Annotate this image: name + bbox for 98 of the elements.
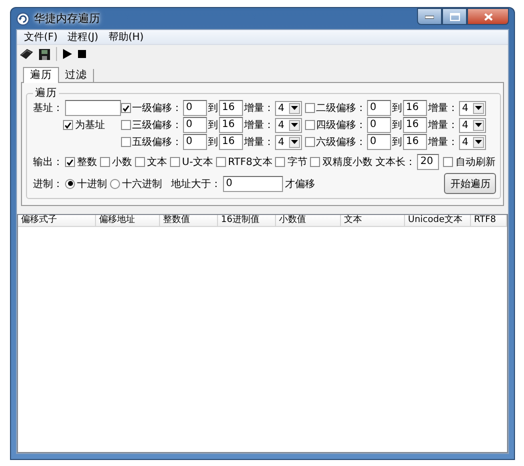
caret-icon <box>475 140 482 144</box>
field-label: 输出： <box>33 156 63 169</box>
field-label: 增量： <box>428 119 458 132</box>
field-label: 地址大于： <box>171 178 221 190</box>
offset-to-field[interactable]: 16 <box>403 100 427 116</box>
checkbox[interactable] <box>216 157 226 167</box>
caret-icon <box>291 140 298 144</box>
checkbox-label: 二级偏移： <box>316 102 366 115</box>
maximize-icon <box>450 12 460 20</box>
checkbox-label: 字节 <box>287 156 308 169</box>
address-field[interactable]: 0 <box>223 176 283 192</box>
offset-from-field[interactable]: 0 <box>183 100 207 116</box>
checkbox[interactable] <box>443 157 454 167</box>
field-label: 文本长： <box>375 156 416 169</box>
minimize-icon <box>425 14 434 18</box>
step-dropdown[interactable]: 4 <box>275 100 302 116</box>
app-icon <box>16 12 30 26</box>
radio-label: 十进制 <box>77 178 107 190</box>
start-button[interactable]: 开始遍历 <box>444 173 496 194</box>
field-label: 增量： <box>428 102 458 115</box>
maximize-button[interactable] <box>442 8 467 25</box>
offset-from-field[interactable]: 0 <box>183 134 207 150</box>
checkbox[interactable] <box>121 137 131 147</box>
field-label: 基址： <box>33 102 63 115</box>
close-button[interactable] <box>467 8 509 25</box>
field-label: 才偏移 <box>285 178 315 190</box>
checkbox[interactable] <box>65 157 75 167</box>
checkbox-label: 四级偏移： <box>316 119 366 132</box>
offset-from-field[interactable]: 0 <box>367 134 391 150</box>
step-dropdown[interactable]: 4 <box>459 118 486 132</box>
offset-to-field[interactable]: 16 <box>219 134 243 150</box>
close-icon <box>484 12 492 20</box>
field-label: 进制： <box>33 178 63 190</box>
checkbox-label: 一级偏移： <box>132 102 182 115</box>
checkbox[interactable] <box>275 157 286 167</box>
tab[interactable]: 遍历 <box>23 67 59 83</box>
checkbox-label: 文本 <box>147 156 167 169</box>
menu-item[interactable]: 进程(J) <box>62 30 104 44</box>
checkbox-label: 小数 <box>112 156 132 169</box>
field-label: 到 <box>392 136 402 149</box>
caret-icon <box>291 106 298 110</box>
menu-item[interactable]: 文件(F) <box>19 30 63 44</box>
column-header[interactable]: RTF8 <box>471 215 507 226</box>
window-title: 华捷内存遍历 <box>34 11 100 26</box>
radio-button[interactable] <box>110 178 120 188</box>
checkbox[interactable] <box>100 157 110 167</box>
minimize-button[interactable] <box>417 8 442 25</box>
save-icon[interactable] <box>39 48 50 60</box>
text-length-field[interactable]: 20 <box>417 154 440 170</box>
field-label: 增量： <box>244 102 274 115</box>
offset-to-field[interactable]: 16 <box>219 117 243 133</box>
checkbox[interactable] <box>305 120 315 130</box>
field-label: 到 <box>208 136 218 149</box>
checkbox[interactable] <box>170 157 180 167</box>
field-label: 增量： <box>244 136 274 149</box>
offset-from-field[interactable]: 0 <box>367 117 391 133</box>
checkbox-label: 自动刷新 <box>455 156 496 169</box>
checkbox[interactable] <box>63 120 73 130</box>
field-label: 到 <box>392 119 402 132</box>
radio-button[interactable] <box>65 178 75 188</box>
step-dropdown[interactable]: 4 <box>459 100 486 116</box>
caret-icon <box>475 123 482 127</box>
group-title: 遍历 <box>34 86 58 100</box>
checkbox-label: 整数 <box>77 156 97 169</box>
checkbox-label: 为基址 <box>75 118 105 132</box>
checkbox-label: 六级偏移： <box>316 136 366 149</box>
field-label: 到 <box>208 119 218 132</box>
checkbox-label: RTF8文本 <box>228 156 272 169</box>
base-address-field[interactable] <box>65 100 121 116</box>
step-dropdown[interactable]: 4 <box>459 134 486 150</box>
radio-label: 十六进制 <box>122 178 162 190</box>
caret-icon <box>475 106 482 110</box>
checkbox-label: 五级偏移： <box>132 136 182 149</box>
checkbox[interactable] <box>305 137 315 147</box>
caret-icon <box>291 123 298 127</box>
checkbox-label: U-文本 <box>182 156 213 169</box>
column-header[interactable]: 整数值 <box>160 215 218 226</box>
menu-item[interactable]: 帮助(H) <box>103 30 149 44</box>
checkbox[interactable] <box>305 103 315 113</box>
checkbox[interactable] <box>121 120 131 130</box>
offset-to-field[interactable]: 16 <box>219 100 243 116</box>
checkbox[interactable] <box>135 157 145 167</box>
step-dropdown[interactable]: 4 <box>275 134 302 150</box>
play-icon[interactable] <box>63 49 72 59</box>
offset-to-field[interactable]: 16 <box>403 134 427 150</box>
field-label: 增量： <box>244 119 274 132</box>
checkbox[interactable] <box>310 157 320 167</box>
offset-from-field[interactable]: 0 <box>367 100 391 116</box>
checkbox[interactable] <box>121 103 131 113</box>
field-label: 到 <box>392 102 402 115</box>
offset-to-field[interactable]: 16 <box>403 117 427 133</box>
field-label: 到 <box>208 102 218 115</box>
step-dropdown[interactable]: 4 <box>275 118 302 132</box>
offset-from-field[interactable]: 0 <box>183 117 207 133</box>
checkbox-label: 双精度小数 <box>322 156 372 169</box>
eraser-icon[interactable] <box>20 49 33 59</box>
checkbox-label: 三级偏移： <box>132 119 182 132</box>
field-label: 增量： <box>428 136 458 149</box>
